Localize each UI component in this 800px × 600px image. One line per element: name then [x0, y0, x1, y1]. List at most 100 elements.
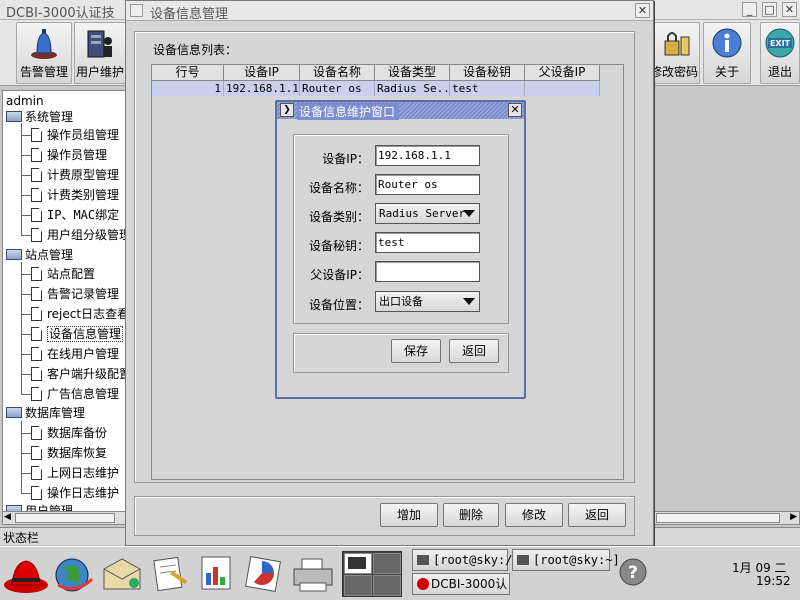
cell-parent-ip — [525, 81, 600, 96]
column-header-device-type[interactable]: 设备类型 — [375, 65, 450, 81]
scroll-left-arrow-icon[interactable]: ◀ — [4, 512, 11, 522]
alarm-management-label: 告警管理 — [19, 65, 68, 79]
workspace-4[interactable] — [373, 575, 401, 596]
cell-device-name: Router os — [300, 81, 375, 96]
column-header-parent-ip[interactable]: 父设备IP — [525, 65, 600, 81]
delete-button[interactable]: 删除 — [443, 503, 499, 527]
text-editor-icon[interactable] — [148, 555, 192, 595]
tree-group-system[interactable]: 系统管理 — [6, 107, 73, 127]
minimize-button[interactable]: _ — [742, 2, 757, 17]
taskbar: [root@sky:/] [root@sky:~] DCBI-3000认 ? 1… — [0, 546, 800, 600]
cell-row-no: 1 — [152, 81, 224, 96]
tree-item-db-backup[interactable]: 数据库备份 — [31, 423, 107, 443]
workspace-1[interactable] — [344, 553, 372, 574]
tree-group-database[interactable]: 数据库管理 — [6, 403, 85, 423]
document-icon — [31, 128, 42, 142]
tree-item-site-config[interactable]: 站点配置 — [31, 264, 95, 284]
tree-item-label: 广告信息管理 — [47, 387, 120, 401]
column-header-device-secret[interactable]: 设备秘钥 — [450, 65, 525, 81]
dropdown-arrow-icon — [463, 298, 475, 305]
tree-group-label: 系统管理 — [25, 110, 74, 124]
presentation-icon[interactable] — [196, 553, 236, 595]
device-name-input[interactable]: Router os — [375, 174, 480, 195]
add-button[interactable]: 增加 — [380, 503, 438, 527]
exit-button[interactable]: EXIT 退出 — [760, 22, 800, 84]
task-label: [root@sky:~] — [533, 553, 620, 567]
device-secret-input[interactable]: test — [375, 232, 480, 253]
column-header-device-ip[interactable]: 设备IP — [224, 65, 300, 81]
tree-item-label: 计费原型管理 — [47, 168, 120, 182]
change-password-button[interactable]: 修改密码 — [650, 22, 700, 84]
taskbar-dcbi-app[interactable]: DCBI-3000认 — [412, 573, 510, 595]
cell-device-type: Radius Se... — [375, 81, 450, 96]
tree-scroll-thumb[interactable] — [15, 513, 115, 523]
document-icon — [31, 287, 42, 301]
column-header-device-name[interactable]: 设备名称 — [300, 65, 375, 81]
tree-item-db-restore[interactable]: 数据库恢复 — [31, 443, 107, 463]
task-label: DCBI-3000认 — [431, 577, 508, 591]
content-scroll-thumb[interactable] — [656, 513, 780, 523]
document-icon — [31, 148, 42, 162]
tree-horizontal-scrollbar[interactable]: ◀ — [2, 511, 126, 525]
parent-ip-label: 父设备IP： — [310, 268, 369, 282]
cell-device-ip: 192.168.1.1 — [224, 81, 300, 96]
terminal-icon — [417, 555, 429, 565]
tree-item-device-info[interactable]: 设备信息管理 — [31, 324, 124, 344]
tree-item-label: IP、MAC绑定 — [47, 208, 120, 222]
parent-ip-input[interactable] — [375, 261, 480, 282]
printer-icon[interactable] — [290, 555, 336, 595]
dialog-back-button[interactable]: 返回 — [449, 339, 499, 363]
user-maintenance-label: 用户维护 — [75, 65, 124, 79]
about-button[interactable]: 关于 — [703, 22, 751, 84]
tree-item-label: 数据库恢复 — [47, 446, 108, 460]
content-horizontal-scrollbar[interactable]: ▶ — [654, 511, 800, 525]
scroll-right-arrow-icon[interactable]: ▶ — [790, 512, 797, 522]
modify-button[interactable]: 修改 — [505, 503, 563, 527]
tree-item-online-users[interactable]: 在线用户管理 — [31, 344, 119, 364]
device-window-close-button[interactable]: ✕ — [635, 3, 650, 18]
tree-item-operator-group[interactable]: 操作员组管理 — [31, 125, 119, 145]
column-header-row-no[interactable]: 行号 — [152, 65, 224, 81]
device-location-select[interactable]: 出口设备 — [375, 291, 480, 312]
dialog-title: 设备信息维护窗口 — [297, 103, 400, 120]
tree-item-ad-info[interactable]: 广告信息管理 — [31, 384, 119, 404]
taskbar-terminal-1[interactable]: [root@sky:/] — [412, 549, 520, 571]
chevron-down-icon[interactable]: ❯ — [280, 103, 294, 117]
user-maintenance-button[interactable]: 用户维护 — [74, 22, 126, 84]
device-ip-input[interactable]: 192.168.1.1 — [375, 145, 480, 166]
dialog-close-button[interactable]: ✕ — [508, 103, 522, 117]
taskbar-terminal-2[interactable]: [root@sky:~] — [512, 549, 620, 571]
device-list-label: 设备信息列表： — [153, 43, 238, 57]
workspace-2[interactable] — [373, 553, 401, 574]
clock-time: 19:52 — [756, 574, 791, 588]
window-menu-icon[interactable] — [130, 4, 143, 17]
web-browser-icon[interactable] — [52, 553, 96, 597]
document-icon — [31, 307, 42, 321]
tree-item-web-log[interactable]: 上网日志维护 — [31, 463, 119, 483]
alarm-management-button[interactable]: 告警管理 — [16, 22, 72, 84]
tree-item-billing-category[interactable]: 计费类别管理 — [31, 185, 119, 205]
tree-item-billing-prototype[interactable]: 计费原型管理 — [31, 165, 119, 185]
tree-item-operator[interactable]: 操作员管理 — [31, 145, 107, 165]
workspace-3[interactable] — [344, 575, 372, 596]
tree-item-alarm-records[interactable]: 告警记录管理 — [31, 284, 119, 304]
back-button[interactable]: 返回 — [568, 503, 626, 527]
tree-item-client-upgrade[interactable]: 客户端升级配置 — [31, 364, 125, 384]
spreadsheet-icon[interactable] — [242, 553, 286, 595]
tree-group-site[interactable]: 站点管理 — [6, 245, 73, 265]
tree-item-ip-mac-binding[interactable]: IP、MAC绑定 — [31, 205, 119, 225]
redhat-menu-icon[interactable] — [2, 553, 50, 597]
device-type-select[interactable]: Radius Server — [375, 203, 480, 224]
dialog-save-button[interactable]: 保存 — [391, 339, 441, 363]
tree-item-reject-log[interactable]: reject日志查看 — [31, 304, 125, 324]
close-button[interactable]: ✕ — [782, 2, 797, 17]
maximize-button[interactable]: □ — [762, 2, 777, 17]
workspace-pager[interactable] — [342, 551, 402, 597]
mail-icon[interactable] — [100, 555, 144, 595]
dialog-titlebar: ❯ 设备信息维护窗口 ✕ — [277, 102, 524, 120]
tree-item-user-group-level[interactable]: 用户组分级管理 — [31, 225, 125, 245]
tree-item-operation-log[interactable]: 操作日志维护 — [31, 483, 119, 503]
dropdown-arrow-icon — [463, 210, 475, 217]
help-icon[interactable]: ? — [618, 557, 648, 587]
device-type-label: 设备类别： — [308, 210, 369, 224]
